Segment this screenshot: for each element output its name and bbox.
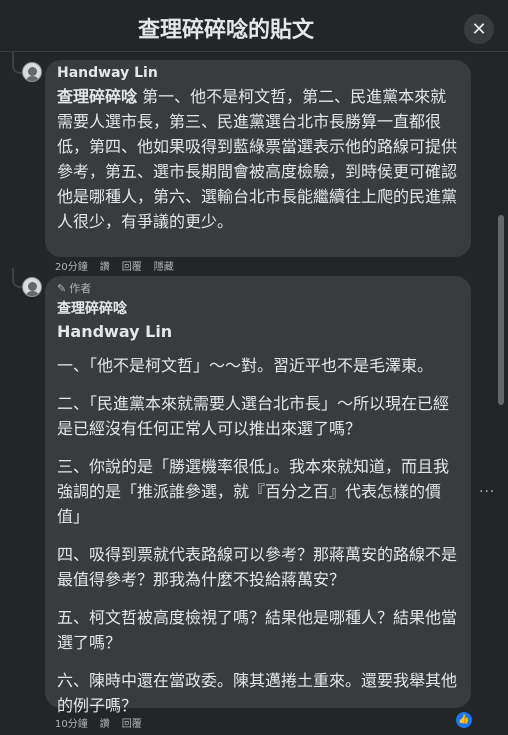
mention-link[interactable]: 查理碎碎唸 xyxy=(57,87,137,106)
reply-paragraph: 六、陳時中還在當政委。陳其邁捲土重來。還要我舉其他的例子嗎？ xyxy=(57,671,458,715)
reply-button[interactable]: 回覆 xyxy=(122,715,142,730)
like-button[interactable]: 讚 xyxy=(100,258,110,273)
thread-branch xyxy=(12,278,22,288)
comment-author[interactable]: Handway Lin xyxy=(57,65,459,81)
reply-bubble: ✎ 作者 查理碎碎唸 Handway Lin 一、「他不是柯文哲」～～對。習近平… xyxy=(45,276,471,715)
close-icon: ✕ xyxy=(471,18,487,40)
avatar-face xyxy=(28,282,37,291)
author-badge: ✎ 作者 xyxy=(57,280,459,296)
reply-button[interactable]: 回覆 xyxy=(122,258,142,273)
avatar-body xyxy=(25,291,40,296)
author-badge-label: 作者 xyxy=(69,282,92,295)
hide-button[interactable]: 隱藏 xyxy=(154,258,174,273)
reply-actions: 10分鐘 讚 回覆 xyxy=(55,715,142,730)
pencil-icon: ✎ xyxy=(57,281,67,295)
reply-mention[interactable]: Handway Lin xyxy=(57,322,459,341)
avatar-body xyxy=(25,76,40,81)
reply-paragraph: 三、你說的是「勝選機率很低」。我本來就知道，而且我強調的是「推派誰參選，就『百分… xyxy=(57,457,450,526)
reply-author[interactable]: 查理碎碎唸 xyxy=(57,298,459,318)
comment-timestamp[interactable]: 20分鐘 xyxy=(55,258,88,273)
close-button[interactable]: ✕ xyxy=(464,14,494,44)
comment-body: 第一、他不是柯文哲，第二、民進黨本來就需要人選市長，第三、民進黨選台北市長勝算一… xyxy=(57,87,458,231)
avatar[interactable] xyxy=(22,62,42,82)
author-avatar[interactable] xyxy=(22,277,42,297)
reply-paragraph: 四、吸得到票就代表路線可以參考？那蔣萬安的路線不是最值得參考？那我為什麼不投給蔣… xyxy=(57,545,458,589)
comment-actions: 20分鐘 讚 回覆 隱藏 xyxy=(55,258,174,273)
reply-paragraph: 一、「他不是柯文哲」～～對。習近平也不是毛澤東。 xyxy=(57,356,434,375)
avatar-face xyxy=(28,67,37,76)
like-reaction-icon[interactable]: 👍 xyxy=(456,712,472,728)
comment-bubble: Handway Lin 查理碎碎唸 第一、他不是柯文哲，第二、民進黨本來就需要人… xyxy=(45,60,471,257)
more-options-icon[interactable]: ··· xyxy=(479,484,495,500)
comment-text: 查理碎碎唸 第一、他不是柯文哲，第二、民進黨本來就需要人選市長，第三、民進黨選台… xyxy=(57,84,459,234)
thread-line xyxy=(12,52,14,64)
reply-paragraph: 二、「民進黨本來就需要人選台北市長」～所以現在已經是已經沒有任何正常人可以推出來… xyxy=(57,394,450,438)
reply-timestamp[interactable]: 10分鐘 xyxy=(55,715,88,730)
dialog-header: 查理碎碎唸的貼文 ✕ xyxy=(0,0,508,52)
reply-paragraph: 五、柯文哲被高度檢視了嗎？結果他是哪種人？結果他當選了嗎？ xyxy=(57,608,458,652)
thread-branch xyxy=(12,64,22,74)
dialog-title: 查理碎碎唸的貼文 xyxy=(137,18,314,43)
scrollbar-thumb[interactable] xyxy=(498,215,504,405)
like-button[interactable]: 讚 xyxy=(100,715,110,730)
